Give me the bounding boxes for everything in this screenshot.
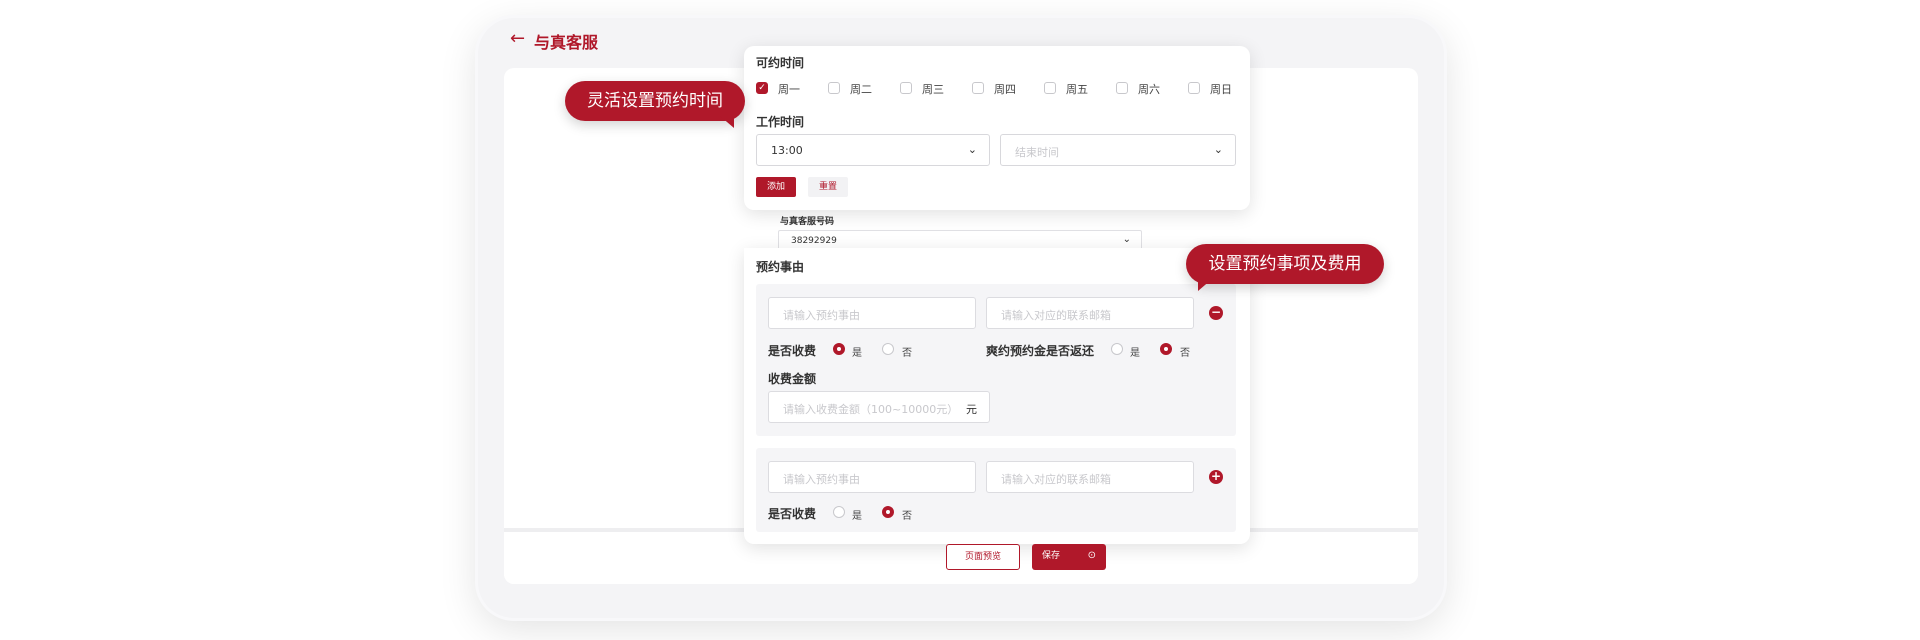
- charge-no-radio[interactable]: [882, 343, 894, 355]
- checkbox-thu[interactable]: [972, 82, 984, 94]
- start-time-select[interactable]: 13:00 ⌄: [756, 134, 990, 166]
- refund-no-label: 否: [1180, 348, 1190, 359]
- charge-no-radio-2[interactable]: [882, 506, 894, 518]
- add-item-icon[interactable]: +: [1209, 470, 1223, 484]
- refund-no-radio[interactable]: [1160, 343, 1172, 355]
- charge-yes-radio[interactable]: [833, 343, 845, 355]
- callout-tail-left: [720, 116, 734, 128]
- arrow-right-circle-icon: ⊙: [1087, 550, 1096, 561]
- start-time-value: 13:00: [771, 144, 803, 157]
- reason-input-2[interactable]: 请输入预约事由: [768, 461, 976, 493]
- reason-input[interactable]: 请输入预约事由: [768, 297, 976, 329]
- chevron-down-icon: ⌄: [1122, 234, 1131, 245]
- refund-yes-label: 是: [1130, 348, 1140, 359]
- charge-label: 是否收费: [768, 344, 817, 358]
- charge-yes-label-2: 是: [852, 511, 862, 522]
- chevron-down-icon: ⌄: [967, 143, 977, 156]
- page-title: 与真客服: [534, 33, 599, 52]
- amount-placeholder: 请输入收费金额（100~10000元）: [783, 403, 959, 416]
- email-placeholder: 请输入对应的联系邮箱: [1001, 309, 1111, 322]
- amount-unit: 元: [966, 403, 977, 416]
- checkbox-sun[interactable]: [1188, 82, 1200, 94]
- charge-yes-radio-2[interactable]: [833, 506, 845, 518]
- callout-availability: 灵活设置预约时间: [565, 81, 745, 121]
- phone-label: 与真客服号码: [780, 217, 835, 227]
- day-label-sun: 周日: [1210, 83, 1232, 96]
- end-time-placeholder: 结束时间: [1015, 146, 1059, 159]
- work-time-label: 工作时间: [756, 115, 805, 129]
- day-label-thu: 周四: [994, 83, 1016, 96]
- checkbox-tue[interactable]: [828, 82, 840, 94]
- amount-input[interactable]: 请输入收费金额（100~10000元） 元: [768, 391, 990, 423]
- save-button-label: 保存: [1042, 551, 1061, 561]
- day-label-mon: 周一: [778, 83, 800, 96]
- charge-yes-label: 是: [852, 348, 862, 359]
- charge-no-label: 否: [902, 348, 912, 359]
- checkbox-wed[interactable]: [900, 82, 912, 94]
- amount-label: 收费金额: [768, 372, 817, 386]
- phone-value: 38292929: [791, 236, 837, 246]
- charge-no-label-2: 否: [902, 511, 912, 522]
- add-button[interactable]: 添加: [756, 177, 796, 197]
- checkbox-sat[interactable]: [1116, 82, 1128, 94]
- end-time-select[interactable]: 结束时间 ⌄: [1000, 134, 1236, 166]
- charge-label-2: 是否收费: [768, 507, 817, 521]
- reason-placeholder: 请输入预约事由: [783, 309, 860, 322]
- email-input-2[interactable]: 请输入对应的联系邮箱: [986, 461, 1194, 493]
- reasons-title: 预约事由: [756, 260, 805, 274]
- reset-button[interactable]: 重置: [808, 177, 848, 197]
- callout-reasons: 设置预约事项及费用: [1186, 244, 1384, 284]
- refund-yes-radio[interactable]: [1111, 343, 1123, 355]
- availability-title: 可约时间: [756, 56, 805, 70]
- day-label-fri: 周五: [1066, 83, 1088, 96]
- callout-tail-right: [1198, 279, 1212, 291]
- reason-placeholder: 请输入预约事由: [783, 473, 860, 486]
- day-label-tue: 周二: [850, 83, 872, 96]
- day-label-wed: 周三: [922, 83, 944, 96]
- remove-item-icon[interactable]: −: [1209, 306, 1223, 320]
- day-label-sat: 周六: [1138, 83, 1160, 96]
- email-placeholder: 请输入对应的联系邮箱: [1001, 473, 1111, 486]
- checkbox-mon[interactable]: ✓: [756, 82, 768, 94]
- preview-button[interactable]: 页面预览: [946, 544, 1020, 570]
- email-input[interactable]: 请输入对应的联系邮箱: [986, 297, 1194, 329]
- arrow-left-icon[interactable]: ←: [510, 28, 525, 49]
- save-button[interactable]: 保存 ⊙: [1032, 544, 1106, 570]
- refund-label: 爽约预约金是否返还: [986, 344, 1095, 358]
- checkbox-fri[interactable]: [1044, 82, 1056, 94]
- chevron-down-icon: ⌄: [1213, 143, 1223, 156]
